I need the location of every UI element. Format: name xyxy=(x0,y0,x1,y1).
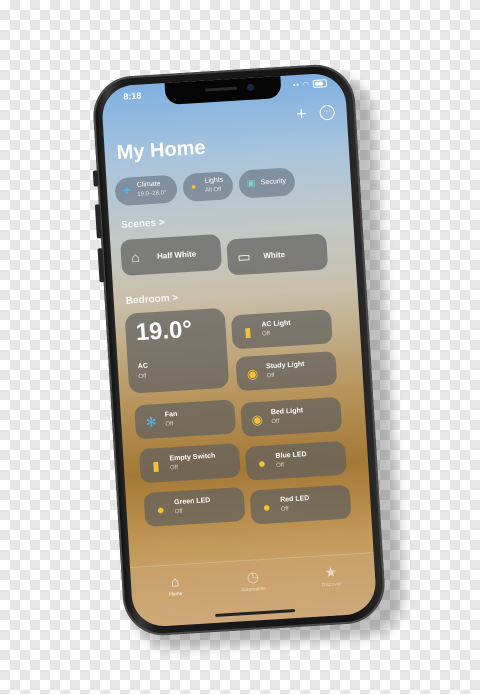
house-icon: ⌂ xyxy=(130,248,141,266)
climate-icon: ✚ xyxy=(122,185,131,196)
fan-icon: ✻ xyxy=(145,414,158,430)
status-time: 8:18 xyxy=(123,90,142,102)
lightbulb-icon: ● xyxy=(156,501,165,518)
volume-up-button xyxy=(94,204,102,239)
accessory-name: Red LED xyxy=(280,494,310,504)
mute-switch xyxy=(92,170,99,187)
tab-label: Home xyxy=(168,590,183,598)
accessory-state: Off xyxy=(266,372,275,380)
chip-label: Security xyxy=(260,177,287,187)
accessory-red-led[interactable]: ● Red LED Off xyxy=(249,484,352,525)
phone-mockup: 8:18 ▪▪ ◠ + ··· My Home ✚ Climate 19.0–2… xyxy=(91,62,406,651)
accessory-name: Green LED xyxy=(173,497,211,507)
tab-label: Discover xyxy=(321,581,342,589)
accessory-name: AC Light xyxy=(261,319,291,329)
accessory-green-led[interactable]: ● Green LED Off xyxy=(143,486,246,528)
tab-home[interactable]: ⌂ Home xyxy=(145,572,206,600)
chip-label: Lights xyxy=(204,176,224,185)
more-options-button[interactable]: ··· xyxy=(319,104,336,121)
accessory-name: Study Light xyxy=(265,361,305,371)
accessory-state: Off xyxy=(165,421,174,428)
camera-icon xyxy=(246,83,255,92)
switch-icon: ▮ xyxy=(243,324,252,340)
battery-icon xyxy=(312,79,328,89)
add-button[interactable]: + xyxy=(296,103,308,124)
accessory-bed-light[interactable]: ◉ Bed Light Off xyxy=(240,396,343,437)
tab-label: Automation xyxy=(240,585,267,594)
accessory-state: Off xyxy=(169,464,179,472)
accessory-state: Off xyxy=(271,418,280,426)
accessory-name: Blue LED xyxy=(275,451,307,460)
accessory-state: Off xyxy=(280,506,289,513)
scene-label: White xyxy=(263,250,286,261)
accessory-name: Empty Switch xyxy=(169,452,216,463)
phone-frame: 8:18 ▪▪ ◠ + ··· My Home ✚ Climate 19.0–2… xyxy=(91,62,387,638)
status-icons: ▪▪ ◠ xyxy=(292,79,328,90)
scene-label: Half White xyxy=(156,249,197,261)
ac-temperature: 19.0° xyxy=(134,315,193,347)
bed-icon: ▭ xyxy=(236,248,252,265)
switch-icon: ▮ xyxy=(151,458,160,474)
scene-half-white[interactable]: ⌂ Half White xyxy=(120,233,223,276)
chip-sub: All Off xyxy=(205,186,222,194)
accessory-state: Off xyxy=(261,331,271,338)
accessory-fan[interactable]: ✻ Fan Off xyxy=(134,399,237,440)
ceiling-light-icon: ◉ xyxy=(246,365,259,382)
chip-sub: 19.0–28.0° xyxy=(137,190,167,198)
accessory-state: Off xyxy=(275,462,285,469)
tab-discover[interactable]: ★ Discover xyxy=(300,562,361,590)
accessory-name: Bed Light xyxy=(270,407,304,417)
chip-label: Climate xyxy=(136,180,161,189)
ac-state: Off xyxy=(138,373,147,381)
ac-tile[interactable]: 19.0° AC Off xyxy=(124,307,230,394)
accessory-blue-led[interactable]: ● Blue LED Off xyxy=(244,440,347,481)
wifi-icon: ◠ xyxy=(302,81,311,89)
clock-icon: ◷ xyxy=(246,568,260,585)
scenes-header[interactable]: Scenes > xyxy=(121,217,165,231)
accessory-state: Off xyxy=(174,508,183,516)
chip-climate[interactable]: ✚ Climate 19.0–28.0° xyxy=(114,174,178,207)
tab-automation[interactable]: ◷ Automation xyxy=(222,567,283,595)
home-app-screen: 8:18 ▪▪ ◠ + ··· My Home ✚ Climate 19.0–2… xyxy=(100,72,378,628)
chip-security[interactable]: ▣ Security xyxy=(238,167,296,199)
lightbulb-icon: ● xyxy=(190,181,197,192)
signal-icon: ▪▪ xyxy=(292,81,301,90)
chip-lights[interactable]: ● Lights All Off xyxy=(182,171,234,203)
accessory-empty-switch[interactable]: ▮ Empty Switch Off xyxy=(138,443,241,484)
lock-icon: ▣ xyxy=(246,177,256,189)
speaker-grille xyxy=(204,86,238,92)
ceiling-light-icon: ◉ xyxy=(251,411,264,428)
lightbulb-icon: ● xyxy=(262,499,272,515)
accessory-study-light[interactable]: ◉ Study Light Off xyxy=(235,351,338,392)
bedroom-header[interactable]: Bedroom > xyxy=(125,293,178,307)
star-icon: ★ xyxy=(323,563,338,581)
house-icon: ⌂ xyxy=(170,573,180,590)
volume-down-button xyxy=(97,248,105,283)
lightbulb-icon: ● xyxy=(257,455,267,472)
accessory-ac-light[interactable]: ▮ AC Light Off xyxy=(230,309,333,350)
tab-bar: ⌂ Home ◷ Automation ★ Discover xyxy=(130,552,378,628)
ac-label: AC xyxy=(137,362,149,371)
home-indicator[interactable] xyxy=(215,609,296,617)
accessory-name: Fan xyxy=(164,410,178,419)
notch xyxy=(164,75,282,106)
page-title: My Home xyxy=(116,136,207,165)
scene-white[interactable]: ▭ White xyxy=(226,233,329,276)
